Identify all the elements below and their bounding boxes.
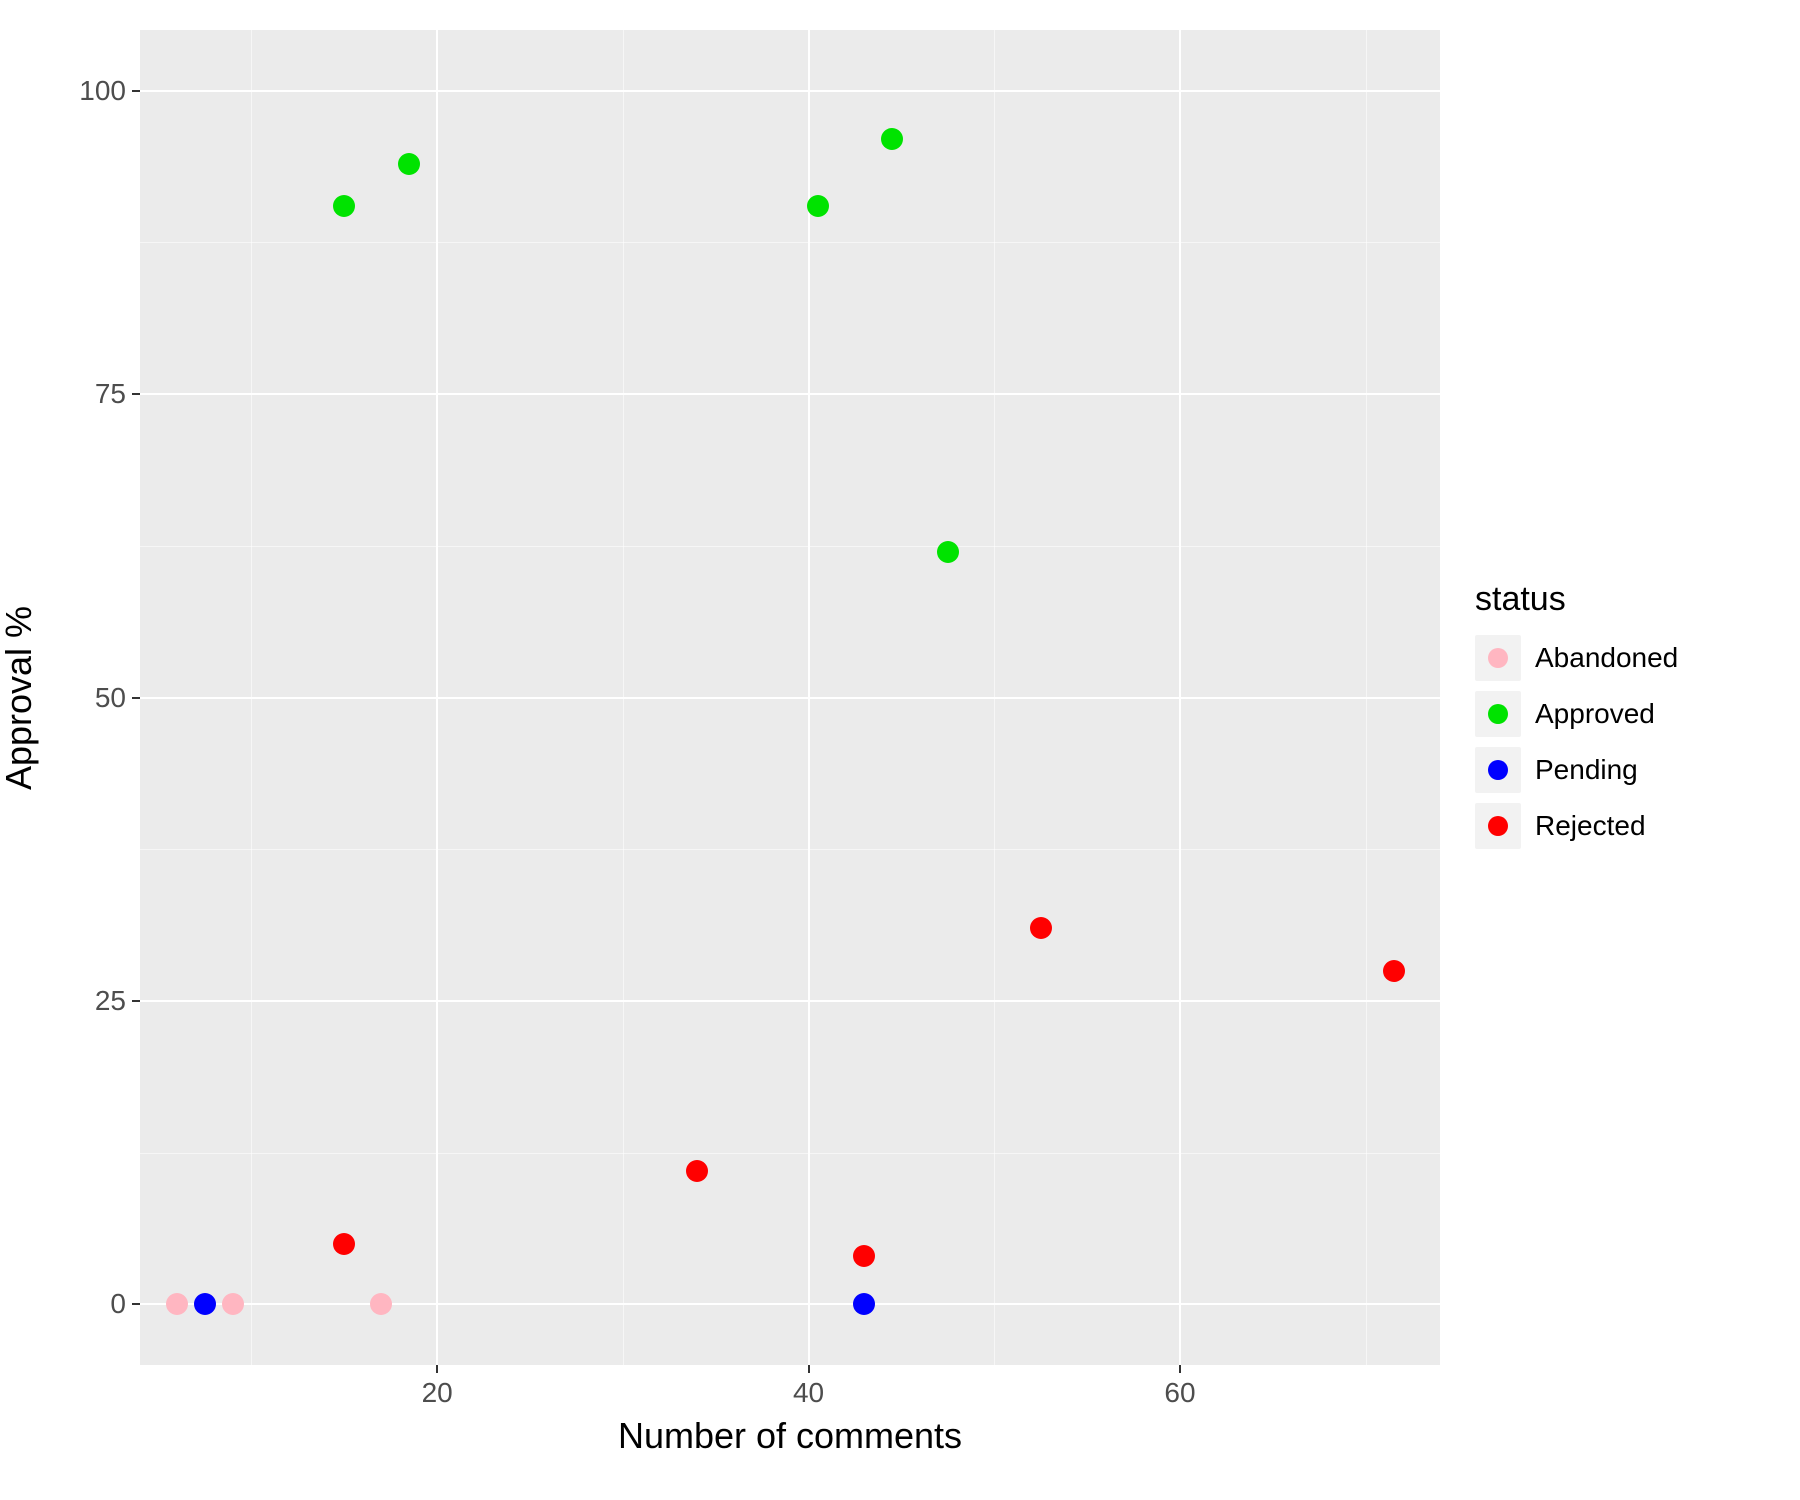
legend-item: Rejected [1475, 803, 1678, 849]
data-point [853, 1293, 875, 1315]
gridline-major-h [140, 1303, 1440, 1305]
data-point [166, 1293, 188, 1315]
gridline-major-h [140, 393, 1440, 395]
legend-label: Approved [1535, 698, 1655, 730]
legend-dot-icon [1488, 704, 1508, 724]
legend-swatch [1475, 747, 1521, 793]
legend-item: Abandoned [1475, 635, 1678, 681]
scatter-chart: Approval % Number of comments status Aba… [0, 0, 1800, 1500]
data-point [370, 1293, 392, 1315]
legend-swatch [1475, 635, 1521, 681]
tick-mark-x [1179, 1365, 1181, 1373]
data-point [1030, 917, 1052, 939]
x-tick-label: 40 [793, 1377, 824, 1409]
data-point [398, 153, 420, 175]
y-tick-label: 50 [95, 682, 126, 714]
legend-item: Pending [1475, 747, 1678, 793]
tick-mark-y [132, 90, 140, 92]
gridline-major-h [140, 697, 1440, 699]
y-axis-title: Approval % [0, 605, 40, 789]
gridline-minor-h [140, 242, 1440, 243]
legend-dot-icon [1488, 648, 1508, 668]
legend-label: Pending [1535, 754, 1638, 786]
tick-mark-x [808, 1365, 810, 1373]
data-point [853, 1245, 875, 1267]
legend: status Abandoned Approved Pending Rejected [1475, 580, 1678, 859]
gridline-major-h [140, 1000, 1440, 1002]
legend-label: Rejected [1535, 810, 1646, 842]
data-point [194, 1293, 216, 1315]
gridline-minor-h [140, 849, 1440, 850]
tick-mark-x [436, 1365, 438, 1373]
legend-dot-icon [1488, 760, 1508, 780]
legend-dot-icon [1488, 816, 1508, 836]
gridline-minor-h [140, 1153, 1440, 1154]
data-point [333, 195, 355, 217]
tick-mark-y [132, 1000, 140, 1002]
gridline-minor-h [140, 546, 1440, 547]
x-tick-label: 20 [422, 1377, 453, 1409]
legend-swatch [1475, 691, 1521, 737]
data-point [222, 1293, 244, 1315]
tick-mark-y [132, 697, 140, 699]
legend-title: status [1475, 580, 1678, 619]
gridline-major-h [140, 90, 1440, 92]
tick-mark-y [132, 1303, 140, 1305]
y-tick-label: 100 [79, 75, 126, 107]
data-point [881, 128, 903, 150]
legend-item: Approved [1475, 691, 1678, 737]
tick-mark-y [132, 393, 140, 395]
plot-panel [140, 30, 1440, 1365]
legend-label: Abandoned [1535, 642, 1678, 674]
data-point [807, 195, 829, 217]
x-tick-label: 60 [1164, 1377, 1195, 1409]
data-point [686, 1160, 708, 1182]
data-point [333, 1233, 355, 1255]
y-tick-label: 75 [95, 378, 126, 410]
y-tick-label: 0 [110, 1288, 126, 1320]
data-point [1383, 960, 1405, 982]
x-axis-title: Number of comments [618, 1415, 962, 1457]
y-tick-label: 25 [95, 985, 126, 1017]
legend-swatch [1475, 803, 1521, 849]
data-point [937, 541, 959, 563]
